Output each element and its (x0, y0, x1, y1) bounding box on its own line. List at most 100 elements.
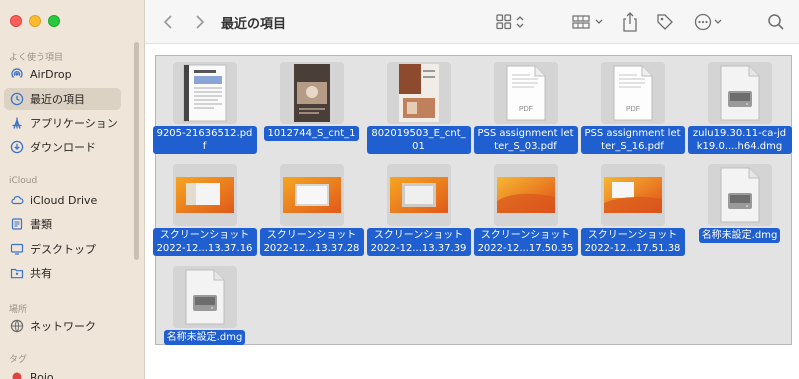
file-name: PSS assignment letter_S_03.pdf (473, 126, 578, 154)
group-by-icon (572, 15, 603, 29)
file-browser[interactable]: 9205-21636512.pdf 1012744_S_cnt_1 802019… (145, 44, 799, 379)
sidebar-item-label: アプリケーション (30, 117, 118, 130)
search-button[interactable] (767, 10, 785, 34)
sidebar-item-desktop[interactable]: デスクトップ (4, 238, 121, 260)
file-item[interactable]: PDF PSS assignment letter_S_16.pdf (580, 62, 685, 154)
sidebar-item-airdrop[interactable]: AirDrop (4, 63, 121, 85)
airdrop-icon (10, 67, 24, 81)
file-name: スクリーンショット 2022-12...13.37.28 (259, 228, 364, 256)
file-name: 1012744_S_cnt_1 (264, 126, 359, 141)
share-icon (623, 12, 637, 32)
sidebar-item-label: iCloud Drive (30, 193, 98, 207)
file-name: PSS assignment letter_S_16.pdf (580, 126, 685, 154)
sidebar-section-icloud: iCloud (9, 176, 38, 186)
file-name: スクリーンショット 2022-12...17.50.35 (473, 228, 578, 256)
file-name: スクリーンショット 2022-12...17.51.38 (580, 228, 685, 256)
sidebar-item-label: デスクトップ (30, 243, 96, 256)
screenshot-thumbnail (493, 164, 558, 226)
svg-text:PDF: PDF (519, 106, 533, 113)
disk-image-icon (172, 266, 237, 328)
file-name: スクリーンショット 2022-12...13.37.39 (366, 228, 471, 256)
document-icon (10, 217, 24, 231)
sidebar-item-label: 書類 (30, 218, 52, 231)
cloud-icon (10, 193, 24, 207)
disk-image-icon (707, 164, 772, 226)
sidebar-item-documents[interactable]: 書類 (4, 213, 121, 235)
back-button[interactable] (161, 10, 175, 34)
file-item[interactable]: スクリーンショット 2022-12...17.51.38 (580, 164, 685, 256)
file-item[interactable]: スクリーンショット 2022-12...13.37.28 (259, 164, 364, 256)
file-item[interactable]: スクリーンショット 2022-12...17.50.35 (473, 164, 578, 256)
file-item[interactable]: zulu19.30.11-ca-jdk19.0....h64.dmg (687, 62, 792, 154)
file-item[interactable]: 名称未設定.dmg (687, 164, 792, 243)
tag-icon (657, 14, 673, 30)
file-item[interactable]: 名称未設定.dmg (152, 266, 257, 345)
network-icon (10, 319, 24, 333)
toolbar: 最近の項目 (145, 0, 799, 44)
sidebar-item-label: ダウンロード (30, 141, 96, 154)
screenshot-thumbnail (279, 164, 344, 226)
desktop-icon (10, 242, 24, 256)
sidebar-item-applications[interactable]: アプリケーション (4, 112, 121, 134)
sidebar-item-icloud-drive[interactable]: iCloud Drive (4, 189, 121, 211)
image-thumbnail (279, 62, 344, 124)
download-icon (10, 140, 24, 154)
forward-button[interactable] (193, 10, 207, 34)
view-mode-button[interactable] (495, 10, 531, 34)
red-tag-dot-icon (10, 370, 24, 379)
sidebar-section-tags: タグ (9, 355, 28, 365)
sidebar-item-downloads[interactable]: ダウンロード (4, 136, 121, 158)
screenshot-thumbnail (600, 164, 665, 226)
shared-folder-icon (10, 266, 24, 280)
file-item[interactable]: 1012744_S_cnt_1 (259, 62, 364, 141)
window-controls (10, 15, 60, 27)
sidebar-item-shared[interactable]: 共有 (4, 262, 121, 284)
more-actions-button[interactable] (693, 10, 727, 34)
clock-icon (10, 92, 24, 106)
file-item[interactable]: スクリーンショット 2022-12...13.37.39 (366, 164, 471, 256)
svg-text:PDF: PDF (626, 106, 640, 113)
chevron-left-icon (163, 15, 172, 29)
file-name: 名称未設定.dmg (163, 330, 246, 345)
sidebar-item-label: Rojo (30, 370, 54, 379)
sidebar-section-favorites: よく使う項目 (9, 53, 64, 63)
screenshot-thumbnail (172, 164, 237, 226)
sidebar-scrollbar[interactable] (134, 42, 139, 260)
file-name: zulu19.30.11-ca-jdk19.0....h64.dmg (687, 126, 792, 154)
zoom-button[interactable] (48, 15, 60, 27)
sidebar-section-locations: 場所 (9, 305, 28, 315)
share-button[interactable] (621, 10, 639, 34)
sidebar-item-label: AirDrop (30, 67, 72, 81)
applications-icon (10, 116, 24, 130)
sidebar-item-label: ネットワーク (30, 320, 96, 333)
minimize-button[interactable] (29, 15, 41, 27)
ellipsis-circle-icon (694, 13, 722, 31)
search-icon (768, 14, 784, 30)
file-item[interactable]: 802019503_E_cnt_01 (366, 62, 471, 154)
pdf-document-icon: PDF (493, 62, 558, 124)
chevron-right-icon (196, 15, 205, 29)
screenshot-thumbnail (386, 164, 451, 226)
sidebar: よく使う項目 AirDrop 最近の項目 アプリケーション ダウンロード iCl… (0, 0, 145, 379)
file-item[interactable]: スクリーンショット 2022-12...13.37.16 (152, 164, 257, 256)
file-name: スクリーンショット 2022-12...13.37.16 (152, 228, 257, 256)
tag-button[interactable] (655, 10, 675, 34)
close-button[interactable] (10, 15, 22, 27)
image-thumbnail (386, 62, 451, 124)
pdf-document-icon: PDF (600, 62, 665, 124)
sidebar-item-tag-rojo[interactable]: Rojo (4, 366, 121, 379)
grid-view-icon (496, 14, 524, 30)
sidebar-item-label: 共有 (30, 267, 52, 280)
sidebar-item-recents[interactable]: 最近の項目 (4, 88, 121, 110)
group-button[interactable] (571, 10, 607, 34)
window-title: 最近の項目 (221, 17, 287, 32)
pdf-thumbnail (172, 62, 237, 124)
file-item[interactable]: PDF PSS assignment letter_S_03.pdf (473, 62, 578, 154)
disk-image-icon (707, 62, 772, 124)
sidebar-item-network[interactable]: ネットワーク (4, 315, 121, 337)
file-name: 9205-21636512.pdf (152, 126, 257, 154)
file-name: 名称未設定.dmg (698, 228, 781, 243)
file-item[interactable]: 9205-21636512.pdf (152, 62, 257, 154)
sidebar-item-label: 最近の項目 (30, 93, 85, 106)
file-name: 802019503_E_cnt_01 (366, 126, 471, 154)
